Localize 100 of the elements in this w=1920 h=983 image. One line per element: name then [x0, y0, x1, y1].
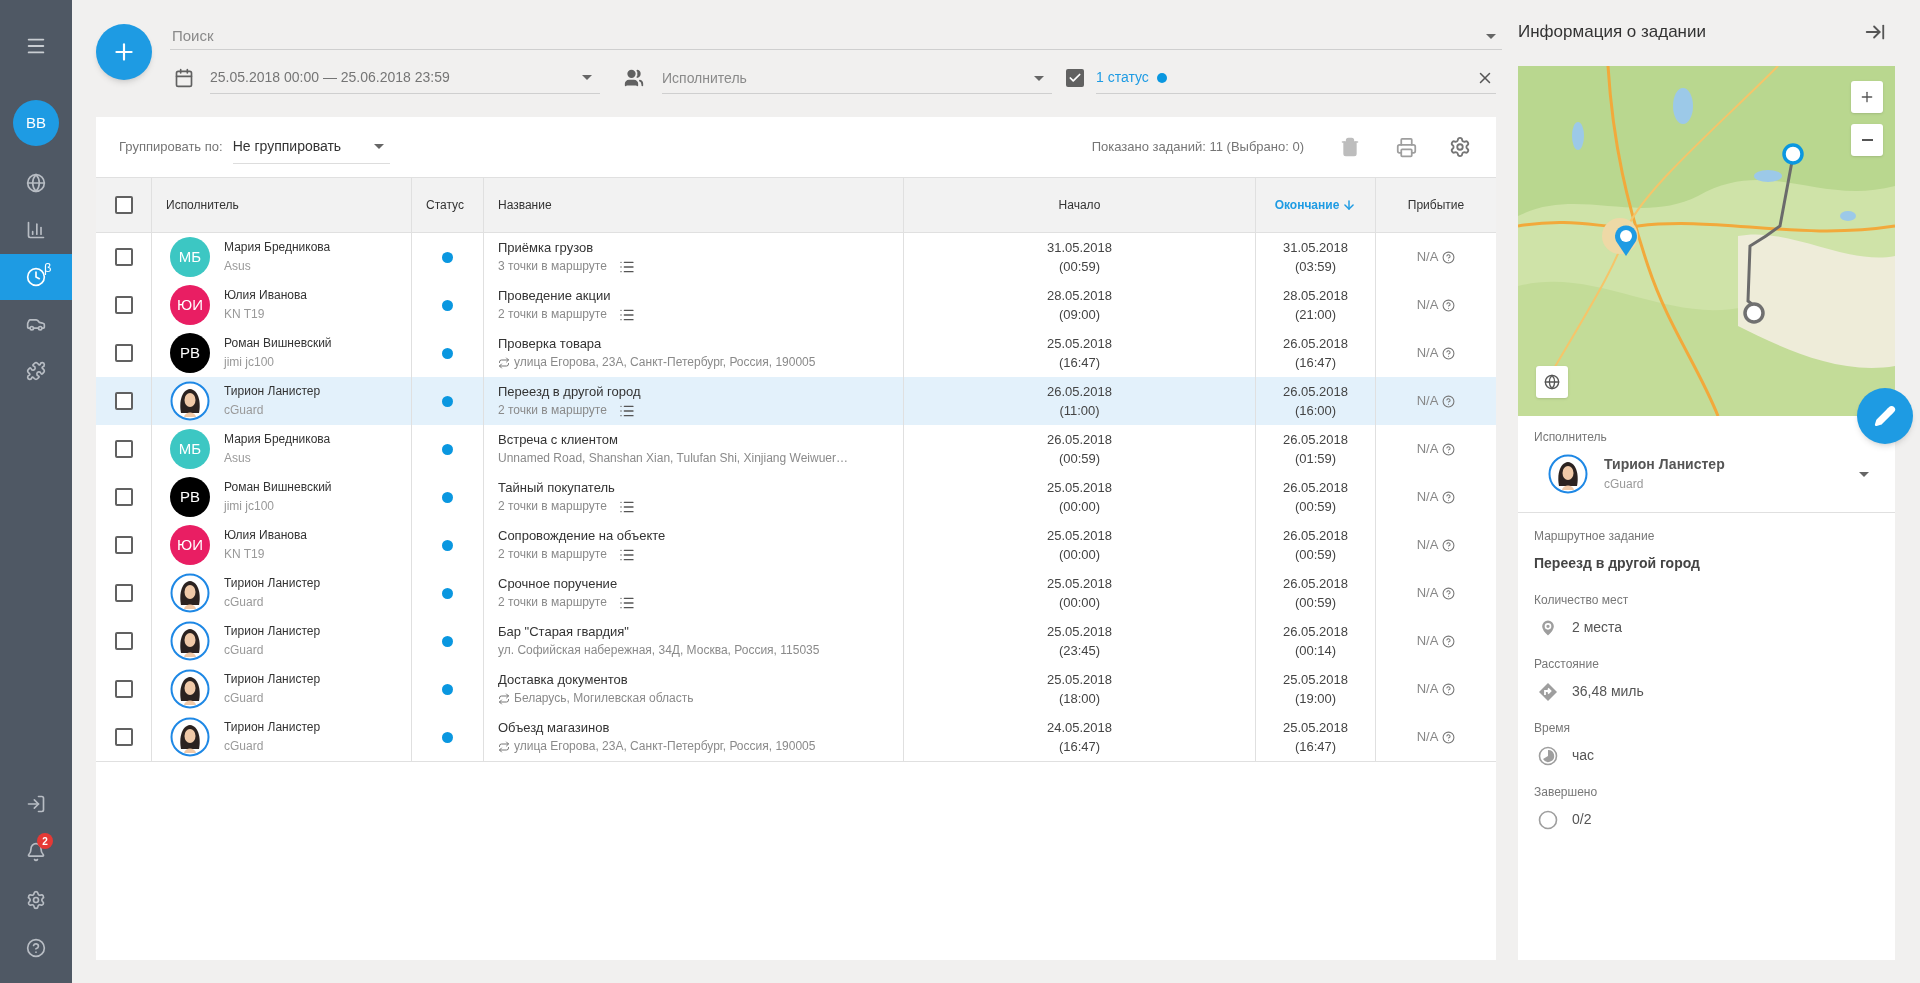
directions-icon — [1538, 681, 1558, 702]
device-name: cGuard — [224, 594, 265, 611]
device-name: jimi jc100 — [224, 498, 275, 515]
end-time: (16:47) — [1294, 738, 1337, 756]
start-date: 25.05.2018 — [1046, 623, 1113, 641]
dropdown-caret-icon[interactable] — [1034, 75, 1044, 81]
arrival-value: N/A — [1416, 680, 1439, 699]
column-header[interactable]: Исполнитель — [166, 196, 239, 214]
notification-badge: 2 — [37, 833, 53, 849]
help-icon[interactable] — [1442, 538, 1456, 552]
end-time: (21:00) — [1294, 306, 1337, 324]
checkbox[interactable] — [114, 440, 133, 458]
summary-text: Показано заданий: 11 (Выбрано: 0) — [1091, 138, 1304, 157]
checkbox[interactable] — [114, 488, 133, 506]
arrival-value: N/A — [1416, 728, 1439, 747]
end-date: 26.05.2018 — [1282, 383, 1349, 401]
checkbox[interactable] — [114, 536, 133, 554]
globe-icon — [1544, 374, 1560, 390]
repeat-icon — [498, 692, 510, 705]
clock-pie-icon — [1538, 745, 1558, 766]
column-header[interactable]: Начало — [1058, 196, 1101, 214]
settings-icon — [26, 890, 46, 910]
help-icon[interactable] — [1442, 490, 1456, 504]
calendar-icon — [174, 68, 194, 88]
beta-label: β — [44, 259, 52, 277]
checkbox[interactable] — [114, 248, 133, 266]
executor-name: Роман Вишневский — [224, 479, 332, 496]
help-icon[interactable] — [1442, 298, 1456, 312]
device-name: cGuard — [224, 402, 265, 419]
checkbox[interactable] — [114, 584, 133, 602]
avatar: РВ — [170, 477, 210, 517]
checkbox[interactable] — [114, 728, 133, 746]
help-icon[interactable] — [1442, 586, 1456, 600]
arrival-value: N/A — [1416, 488, 1439, 507]
address-text: Unnamed Road, Shanshan Xian, Tulufan Shi, Xinjiang Weiwuer… — [498, 450, 849, 467]
help-icon[interactable] — [1442, 682, 1456, 696]
date-range-field[interactable]: 25.05.2018 00:00 — 25.06.2018 23:59 — [210, 62, 600, 94]
group-by-select[interactable]: Не группировать — [232, 130, 390, 164]
end-date: 25.05.2018 — [1282, 719, 1349, 737]
address-text: ул. Софийская набережная, 34Д, Москва, Россия, 115035 — [498, 642, 821, 659]
start-time: (23:45) — [1058, 642, 1101, 660]
checkbox[interactable] — [114, 344, 133, 362]
circle-icon — [1538, 809, 1558, 830]
device-name: KN T19 — [224, 306, 266, 323]
help-icon[interactable] — [1442, 730, 1456, 744]
checkbox[interactable] — [114, 296, 133, 314]
zoom-out-button[interactable] — [1851, 124, 1883, 156]
executor-name: Тирион Ланистер — [224, 383, 321, 400]
arrival-value: N/A — [1416, 344, 1439, 363]
executor-name: Тирион Ланистер — [224, 575, 321, 592]
start-date: 25.05.2018 — [1046, 575, 1113, 593]
printer-icon[interactable] — [1396, 136, 1417, 158]
task-title: Срочное поручение — [498, 575, 619, 593]
task-title: Проведение акции — [498, 287, 612, 305]
executor-label: Исполнитель — [1534, 429, 1608, 446]
end-date: 26.05.2018 — [1282, 575, 1349, 593]
column-header[interactable]: Статус — [426, 196, 464, 214]
person-silhouette-icon — [170, 669, 210, 709]
avatar: РВ — [170, 333, 210, 373]
help-icon[interactable] — [1442, 250, 1456, 264]
search-field[interactable]: Поиск — [170, 22, 1502, 50]
start-time: (00:59) — [1058, 258, 1101, 276]
person-silhouette-icon — [170, 381, 210, 421]
device-name: KN T19 — [224, 546, 266, 563]
end-time: (00:59) — [1294, 594, 1337, 612]
help-icon[interactable] — [1442, 442, 1456, 456]
checkbox[interactable] — [114, 196, 133, 214]
sidebar-item[interactable]: 2 — [0, 829, 72, 875]
puzzle-icon — [26, 361, 46, 381]
start-time: (16:47) — [1058, 738, 1101, 756]
checkbox[interactable] — [1066, 69, 1084, 87]
start-date: 26.05.2018 — [1046, 431, 1113, 449]
checkbox[interactable] — [114, 632, 133, 650]
help-icon[interactable] — [1442, 634, 1456, 648]
settings-icon[interactable] — [1449, 136, 1471, 158]
field-label: Количество мест — [1534, 592, 1630, 609]
checkbox[interactable] — [114, 392, 133, 410]
executor-field[interactable]: Исполнитель — [662, 62, 1052, 94]
arrival-value: N/A — [1416, 632, 1439, 651]
task-title: Сопровождение на объекте — [498, 527, 667, 545]
column-header[interactable]: Прибытие — [1407, 196, 1465, 214]
help-icon — [26, 938, 46, 958]
group-by-label: Группировать по: — [119, 138, 223, 157]
start-date: 25.05.2018 — [1046, 479, 1113, 497]
checkbox[interactable] — [114, 680, 133, 698]
column-header[interactable]: Название — [498, 196, 552, 214]
device-name: Asus — [224, 258, 252, 275]
end-time: (00:59) — [1294, 546, 1337, 564]
dropdown-caret-icon[interactable] — [1486, 33, 1496, 39]
table-row[interactable]: Тирион Ланистер cGuard Переезд в другой город 2 точки в маршруте 26.05.2018 (11:00) 26.05.2018 (16:00) N/A — [96, 377, 1496, 425]
help-icon[interactable] — [1442, 346, 1456, 360]
zoom-in-button[interactable] — [1851, 81, 1883, 113]
add-button[interactable] — [96, 24, 152, 80]
help-icon[interactable] — [1442, 394, 1456, 408]
edit-button[interactable] — [1857, 388, 1913, 444]
field-value: час — [1572, 746, 1595, 765]
start-date: 25.05.2018 — [1046, 527, 1113, 545]
executor-select[interactable]: Тирион Ланистер cGuard — [1534, 454, 1869, 494]
person-silhouette-icon — [170, 573, 210, 613]
globe-button[interactable] — [1536, 366, 1568, 398]
